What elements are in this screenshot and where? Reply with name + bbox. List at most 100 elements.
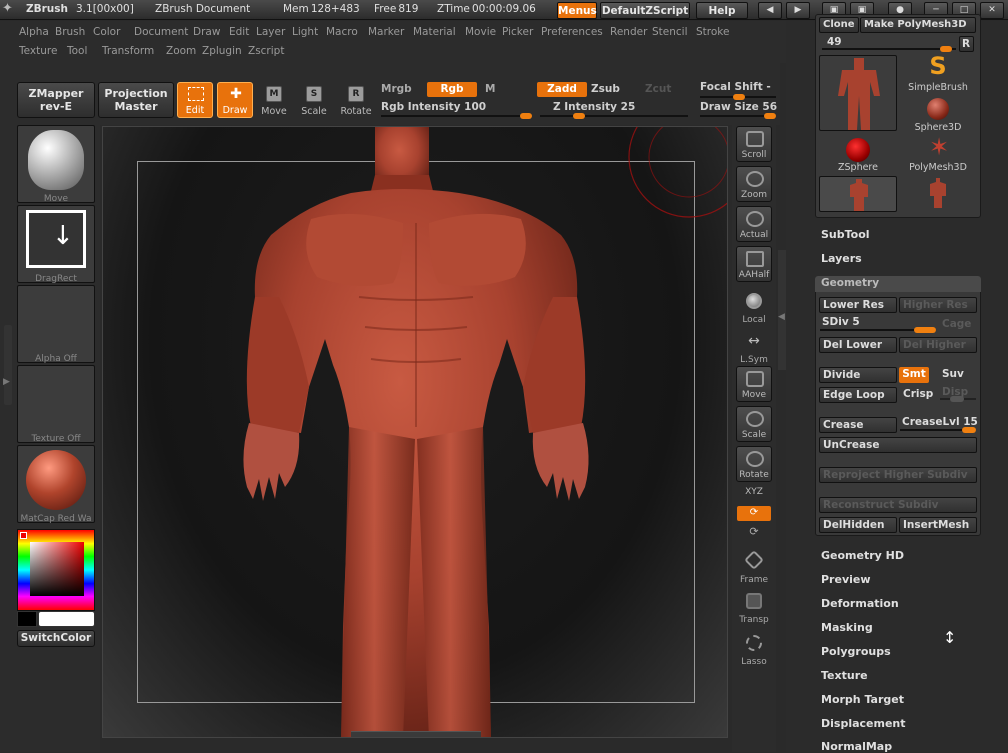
menu-zscript[interactable]: Zscript <box>248 45 284 57</box>
crease-lvl-knob[interactable] <box>962 427 976 433</box>
transp-button[interactable]: Transp <box>732 589 776 625</box>
menu-transform[interactable]: Transform <box>102 45 154 57</box>
sdiv-knob[interactable] <box>914 327 936 333</box>
delhidden-button[interactable]: DelHidden <box>819 517 897 533</box>
expand-left-icon[interactable]: ▶ <box>3 377 10 387</box>
subpalette-normalmap[interactable]: NormalMap <box>821 740 892 753</box>
menu-brush[interactable]: Brush <box>55 26 85 38</box>
geometry-title[interactable]: Geometry <box>821 277 879 289</box>
material-thumbnail[interactable]: MatCap Red Wa <box>17 445 95 524</box>
xyz-button[interactable]: XYZ <box>736 487 772 501</box>
polymesh3d-label[interactable]: PolyMesh3D <box>902 162 974 173</box>
menu-macro[interactable]: Macro <box>326 26 358 38</box>
menu-zoom[interactable]: Zoom <box>166 45 196 57</box>
higher-res-button[interactable]: Higher Res <box>899 297 977 313</box>
crease-button[interactable]: Crease <box>819 417 897 433</box>
move-view-button[interactable]: Move <box>736 366 772 402</box>
switch-color-button[interactable]: SwitchColor <box>17 630 95 647</box>
cage-button[interactable]: Cage <box>942 318 971 330</box>
help-button[interactable]: Help <box>696 2 748 19</box>
tool-slider[interactable] <box>822 48 956 50</box>
menu-preferences[interactable]: Preferences <box>541 26 603 38</box>
divide-button[interactable]: Divide <box>819 367 897 383</box>
current-tool-thumbnail[interactable] <box>819 55 897 131</box>
menu-document[interactable]: Document <box>134 26 188 38</box>
zoom-button[interactable]: Zoom <box>736 166 772 202</box>
m-button[interactable]: M <box>485 83 495 95</box>
del-higher-button[interactable]: Del Higher <box>899 337 977 353</box>
menu-draw[interactable]: Draw <box>193 26 220 38</box>
uncrease-button[interactable]: UnCrease <box>819 437 977 453</box>
draw-mode-button[interactable]: ✚ Draw <box>217 82 253 118</box>
menu-stencil[interactable]: Stencil <box>652 26 688 38</box>
del-lower-button[interactable]: Del Lower <box>819 337 897 353</box>
subtool-thumb-2[interactable] <box>926 176 950 210</box>
simplebrush-icon[interactable]: S <box>926 52 950 80</box>
menu-movie[interactable]: Movie <box>465 26 496 38</box>
z-axis-rotate-icon[interactable]: ⟳ <box>746 525 762 539</box>
reconstruct-button[interactable]: Reconstruct Subdiv <box>819 497 977 513</box>
zcut-button[interactable]: Zcut <box>645 83 671 95</box>
subpalette-geometry-hd[interactable]: Geometry HD <box>821 549 904 562</box>
rotate-view-button[interactable]: Rotate <box>736 446 772 482</box>
z-intensity-slider[interactable] <box>540 115 688 117</box>
menu-tool[interactable]: Tool <box>67 45 87 57</box>
lsym-button[interactable]: ↔ L.Sym <box>732 329 776 365</box>
crisp-toggle[interactable]: Crisp <box>903 388 933 400</box>
polymesh3d-star-icon[interactable]: ✶ <box>926 134 952 160</box>
z-intensity-knob[interactable] <box>573 113 585 119</box>
rgb-intensity-slider[interactable] <box>381 115 529 117</box>
menu-layer[interactable]: Layer <box>256 26 285 38</box>
secondary-color-swatch[interactable] <box>17 611 37 627</box>
lasso-button[interactable]: Lasso <box>732 631 776 667</box>
mrgb-button[interactable]: Mrgb <box>381 83 412 95</box>
zmapper-button[interactable]: ZMapper rev-E <box>17 82 95 118</box>
clone-button[interactable]: Clone <box>819 17 859 33</box>
color-picker[interactable] <box>17 529 95 611</box>
sphere3d-icon[interactable] <box>927 98 949 120</box>
default-zscript-button[interactable]: DefaultZScript <box>600 2 690 19</box>
menus-button[interactable]: Menus <box>557 2 597 19</box>
zsphere-icon[interactable] <box>846 138 870 162</box>
menu-edit[interactable]: Edit <box>229 26 249 38</box>
zsub-button[interactable]: Zsub <box>591 83 620 95</box>
stroke-thumbnail[interactable]: ↓ DragRect <box>17 205 95 284</box>
focal-shift-knob[interactable] <box>733 94 745 100</box>
r-button[interactable]: R <box>959 36 974 52</box>
edge-loop-button[interactable]: Edge Loop <box>819 387 897 403</box>
edit-mode-button[interactable]: Edit <box>177 82 213 118</box>
insertmesh-button[interactable]: InsertMesh <box>899 517 977 533</box>
menu-marker[interactable]: Marker <box>368 26 404 38</box>
move-mode-button[interactable]: M Move <box>256 82 292 118</box>
scroll-button[interactable]: Scroll <box>736 126 772 162</box>
left-tray-handle[interactable] <box>4 325 12 405</box>
sphere3d-label[interactable]: Sphere3D <box>902 122 974 133</box>
zsphere-label[interactable]: ZSphere <box>822 162 894 173</box>
menu-light[interactable]: Light <box>292 26 318 38</box>
y-axis-rotate-icon[interactable]: ⟳ <box>737 506 771 521</box>
subpalette-subtool[interactable]: SubTool <box>821 228 870 241</box>
zadd-button[interactable]: Zadd <box>537 82 587 97</box>
color-marker[interactable] <box>20 532 27 539</box>
smt-toggle[interactable]: Smt <box>899 367 929 383</box>
scale-mode-button[interactable]: S Scale <box>296 82 332 118</box>
subpalette-morph-target[interactable]: Morph Target <box>821 693 904 706</box>
local-button[interactable]: Local <box>732 289 776 325</box>
simplebrush-label[interactable]: SimpleBrush <box>902 82 974 93</box>
menu-alpha[interactable]: Alpha <box>19 26 49 38</box>
reproject-button[interactable]: Reproject Higher Subdiv <box>819 467 977 483</box>
draw-size-knob[interactable] <box>764 113 776 119</box>
make-polymesh-button[interactable]: Make PolyMesh3D <box>860 17 976 33</box>
subpalette-texture[interactable]: Texture <box>821 669 868 682</box>
subtool-thumb-1[interactable] <box>819 176 897 212</box>
menu-material[interactable]: Material <box>413 26 456 38</box>
menu-zplugin[interactable]: Zplugin <box>202 45 242 57</box>
subpalette-preview[interactable]: Preview <box>821 573 871 586</box>
collapse-right-icon[interactable]: ◀ <box>778 312 785 322</box>
viewport-bottom-handle[interactable] <box>351 731 481 737</box>
scroll-left-icon[interactable]: ◀ <box>758 2 782 19</box>
aahalf-button[interactable]: AAHalf <box>736 246 772 282</box>
model-figure[interactable] <box>103 127 728 738</box>
close-icon[interactable]: ✕ <box>980 2 1004 19</box>
menu-picker[interactable]: Picker <box>502 26 533 38</box>
